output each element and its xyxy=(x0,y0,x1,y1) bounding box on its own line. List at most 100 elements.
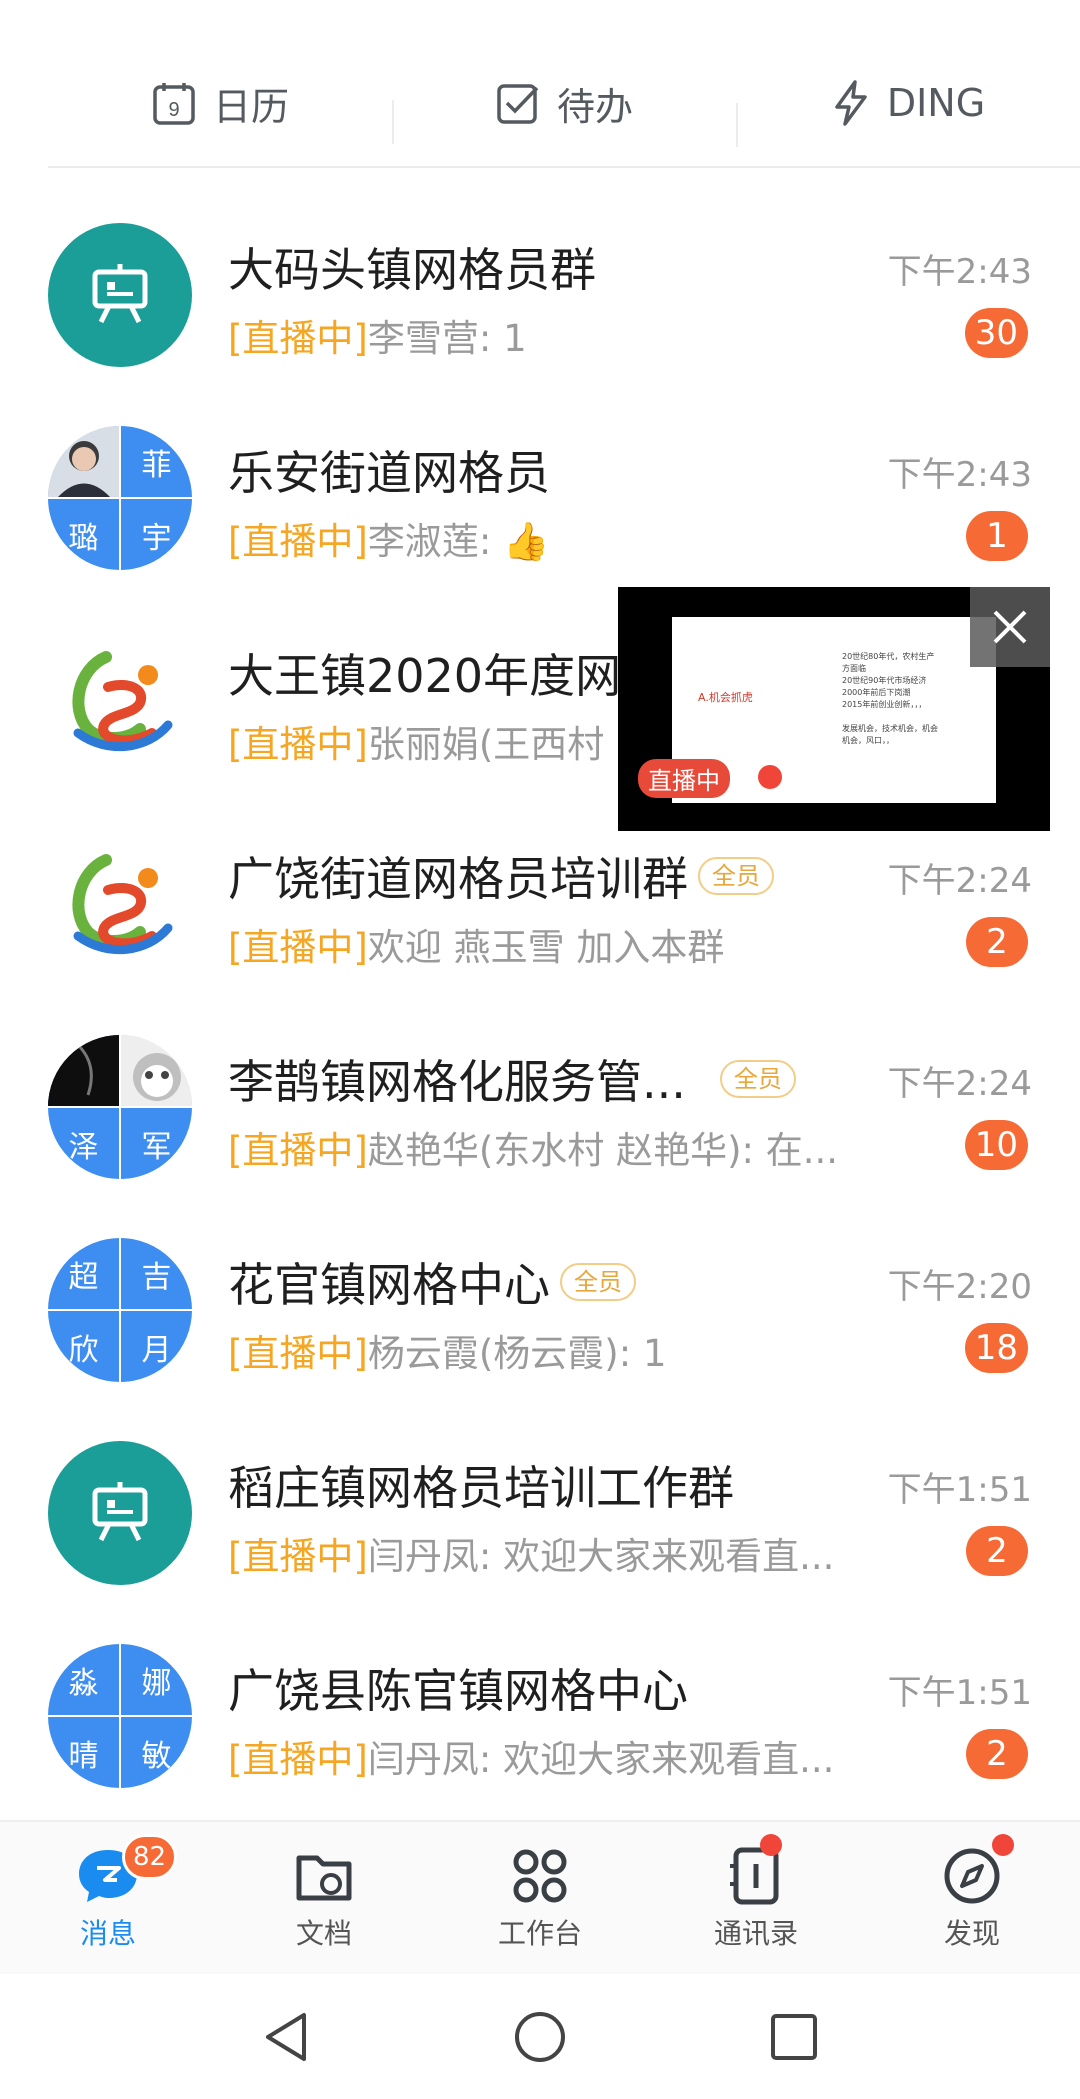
group-logo-avatar xyxy=(48,832,192,976)
member-initial: 晴 xyxy=(68,1738,99,1774)
chat-title: 稻庄镇网格员培训工作群 xyxy=(228,1461,734,1515)
chat-preview: [直播中]赵艳华(东水村 赵艳华): 在... xyxy=(228,1129,839,1172)
chat-title: 大王镇2020年度网 xyxy=(228,649,622,703)
chat-time: 下午2:24 xyxy=(887,1064,1032,1104)
live-status-label: [直播中] xyxy=(228,723,368,766)
todo-shortcut[interactable]: 待办 xyxy=(392,76,736,144)
member-initial: 菲 xyxy=(141,447,172,483)
calendar-icon: 9 xyxy=(153,83,195,125)
all-members-tag: 全员 xyxy=(719,1060,796,1098)
live-status-label: [直播中] xyxy=(228,1738,368,1781)
close-live-window-button[interactable] xyxy=(970,587,1050,667)
chat-title: 李鹊镇网格化服务管... 全员 xyxy=(228,1046,796,1112)
chat-preview: [直播中]李淑莲: 👍 xyxy=(228,520,550,563)
group-avatar: 超 吉 欣 月 xyxy=(48,1238,192,1382)
unread-badge: 2 xyxy=(966,1526,1028,1576)
messages-unread-badge: 82 xyxy=(122,1834,178,1880)
chat-title: 乐安街道网格员 xyxy=(228,446,550,500)
calendar-shortcut[interactable]: 9 日历 xyxy=(48,76,392,131)
chat-preview: [直播中]李雪营: 1 xyxy=(228,317,527,360)
recording-dot-icon xyxy=(758,765,782,789)
group-avatar xyxy=(48,1441,192,1585)
chat-title: 花官镇网格中心 全员 xyxy=(228,1249,636,1315)
live-status-pill: 直播中 xyxy=(638,759,730,798)
chat-title: 大码头镇网格员群 xyxy=(228,243,596,297)
unread-badge: 1 xyxy=(966,511,1028,561)
workbench-grid-icon xyxy=(513,1849,567,1903)
member-initial: 军 xyxy=(141,1129,172,1165)
group-logo-avatar xyxy=(48,629,192,773)
tab-contacts[interactable]: 通讯录 xyxy=(648,1822,864,1976)
ding-shortcut[interactable]: DING xyxy=(736,79,1080,147)
chat-title: 广饶县陈官镇网格中心 xyxy=(228,1664,688,1718)
chat-row[interactable]: 淼 娜 晴 敏 广饶县陈官镇网格中心 下午1:51 [直播中]闫丹凤: 欢迎大家… xyxy=(0,1589,1080,1792)
compass-icon xyxy=(944,1848,1000,1904)
back-triangle-icon[interactable] xyxy=(260,2009,312,2065)
recent-apps-square-icon[interactable] xyxy=(768,2011,820,2063)
todo-label: 待办 xyxy=(556,84,633,129)
chat-preview: [直播中]欢迎 燕玉雪 加入本群 xyxy=(228,926,725,969)
chat-time: 下午2:43 xyxy=(887,252,1032,292)
chat-row[interactable]: 超 吉 欣 月 花官镇网格中心 全员 下午2:20 [直播中]杨云霞(杨云霞): … xyxy=(0,1183,1080,1386)
unread-badge: 18 xyxy=(964,1323,1028,1373)
system-nav-bar xyxy=(0,1974,1080,2099)
member-initial: 璐 xyxy=(68,520,99,556)
member-initial: 欣 xyxy=(68,1332,99,1368)
unread-badge: 2 xyxy=(966,1729,1028,1779)
group-avatar xyxy=(48,223,192,367)
chat-row[interactable]: 大码头镇网格员群 下午2:43 [直播中]李雪营: 1 30 xyxy=(0,168,1080,371)
tab-label: 文档 xyxy=(295,1917,352,1950)
tab-label: 消息 xyxy=(79,1917,136,1950)
tab-discover[interactable]: 发现 xyxy=(864,1822,1080,1976)
checkbox-icon xyxy=(497,84,539,124)
document-folder-icon xyxy=(296,1855,352,1901)
slide-text: 20世纪80年代，农村生产 方面临 20世纪90年代市场经济 2000年前后下岗… xyxy=(842,652,938,745)
discover-notification-dot xyxy=(992,1834,1014,1856)
member-initial: 娜 xyxy=(141,1665,172,1701)
tab-messages[interactable]: 82 消息 xyxy=(0,1822,216,1976)
bottom-tab-bar: 82 消息 文档 工作台 通讯录 发现 xyxy=(0,1820,1080,1976)
tab-label: 发现 xyxy=(943,1917,1000,1950)
group-avatar: 菲 璐 宇 xyxy=(48,426,192,570)
chat-time: 下午1:51 xyxy=(887,1673,1032,1713)
member-photo xyxy=(48,1035,119,1106)
top-shortcut-bar: 9 日历 待办 DING xyxy=(48,40,1080,168)
floating-live-window[interactable]: A.机会抓虎 20世纪80年代，农村生产 方面临 20世纪90年代市场经济 20… xyxy=(618,587,1050,831)
live-status-label: [直播中] xyxy=(228,1332,368,1375)
member-initial: 月 xyxy=(141,1332,172,1368)
unread-badge: 30 xyxy=(964,308,1028,358)
presentation-board-icon xyxy=(92,1482,148,1542)
tab-label: 通讯录 xyxy=(713,1917,798,1950)
lightning-icon xyxy=(835,80,867,126)
member-photo xyxy=(48,426,119,497)
calendar-label: 日历 xyxy=(212,84,289,129)
live-status-label: [直播中] xyxy=(228,1129,368,1172)
chat-time: 下午2:24 xyxy=(887,861,1032,901)
tab-documents[interactable]: 文档 xyxy=(216,1822,432,1976)
tab-label: 工作台 xyxy=(497,1917,582,1950)
ding-label: DING xyxy=(886,81,986,125)
contacts-notification-dot xyxy=(760,1834,782,1856)
group-avatar: 淼 娜 晴 敏 xyxy=(48,1644,192,1788)
slide-title: A.机会抓虎 xyxy=(698,691,753,704)
member-photo xyxy=(121,1035,192,1106)
chat-preview: [直播中]闫丹凤: 欢迎大家来观看直... xyxy=(228,1738,835,1781)
chat-row[interactable]: 菲 璐 宇 乐安街道网格员 下午2:43 [直播中]李淑莲: 👍 1 xyxy=(0,371,1080,574)
close-icon xyxy=(993,610,1027,644)
chat-preview: [直播中]闫丹凤: 欢迎大家来观看直... xyxy=(228,1535,835,1578)
live-status-label: [直播中] xyxy=(228,520,368,563)
tab-workbench[interactable]: 工作台 xyxy=(432,1822,648,1976)
grid-logo-icon xyxy=(72,651,173,752)
member-initial: 泽 xyxy=(68,1129,99,1165)
grid-logo-icon xyxy=(72,854,173,955)
all-members-tag: 全员 xyxy=(698,857,774,895)
live-status-label: [直播中] xyxy=(228,317,368,360)
member-initial: 吉 xyxy=(141,1259,172,1295)
chat-row[interactable]: 泽 军 李鹊镇网格化服务管... 全员 下午2:24 [直播中]赵艳华(东水村 赵… xyxy=(0,980,1080,1183)
chat-row[interactable]: 稻庄镇网格员培训工作群 下午1:51 [直播中]闫丹凤: 欢迎大家来观看直...… xyxy=(0,1386,1080,1589)
chat-preview: [直播中]杨云霞(杨云霞): 1 xyxy=(228,1332,667,1375)
unread-badge: 10 xyxy=(964,1120,1028,1170)
home-circle-icon[interactable] xyxy=(512,2009,568,2065)
chat-title: 广饶街道网格员培训群 全员 xyxy=(228,843,774,909)
live-status-label: [直播中] xyxy=(228,1535,368,1578)
